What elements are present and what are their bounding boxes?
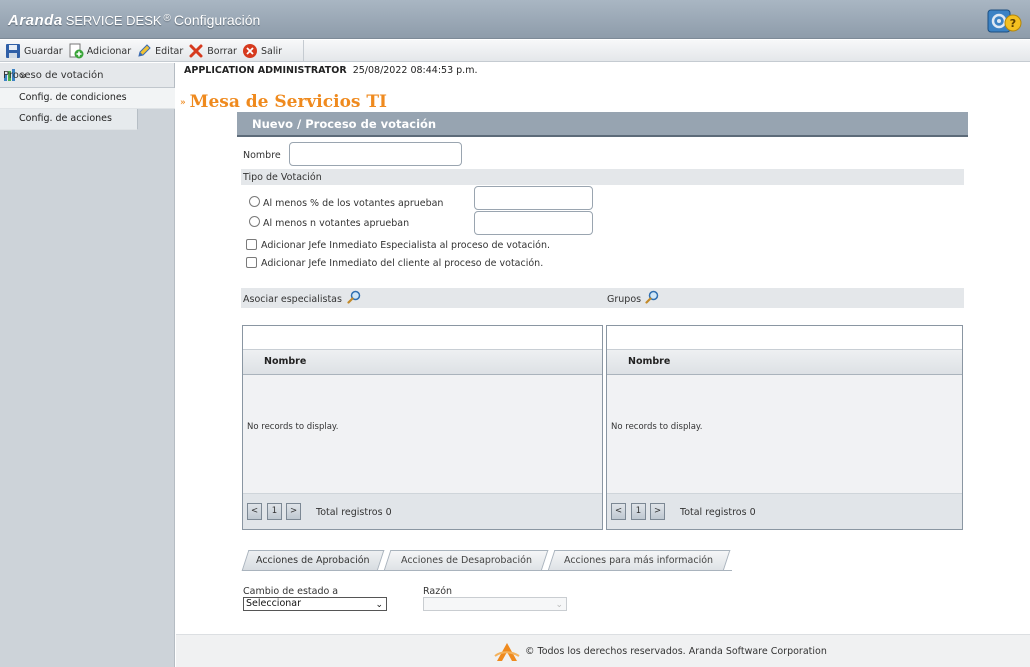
grid-pager: < 1 > Total registros 0 [243,493,602,529]
grid-body: No records to display. [243,375,602,493]
pager-prev-button[interactable]: < [611,503,626,520]
exit-label: Salir [260,45,283,57]
pager-page-button[interactable]: 1 [267,503,282,520]
add-icon [69,43,84,59]
sidebar-section-voting[interactable]: Proceso de votación » [0,63,174,88]
add-button[interactable]: Adicionar [68,43,131,59]
brand-name: Aranda [8,12,63,29]
pager-prev-button[interactable]: < [247,503,262,520]
state-change-value: Seleccionar [246,598,302,609]
state-change-select[interactable]: Seleccionar ⌄ [243,597,387,611]
edit-button[interactable]: Editar [136,43,183,59]
check-client-label: Adicionar Jefe Inmediato del cliente al … [261,258,544,269]
edit-pencil-icon [138,44,151,57]
sidebar: Proceso de votación » Config. de condici… [0,63,175,667]
footer-copyright: © Todos los derechos reservados. Aranda … [525,646,827,657]
save-icon [6,44,20,58]
groups-label: Grupos [607,294,642,305]
radio-percent[interactable] [249,196,260,207]
search-groups-icon[interactable] [645,290,659,304]
grid-top-bar [243,326,602,350]
name-label: Nombre [243,150,281,161]
tab-label: Acciones para más información [564,555,714,566]
session-info: APPLICATION ADMINISTRATOR 25/08/2022 08:… [184,65,477,76]
state-change-label: Cambio de estado a [243,586,339,597]
check-specialist-label: Adicionar Jefe Inmediato Especialista al… [261,240,551,251]
count-input[interactable] [474,211,593,235]
grid-body: No records to display. [607,375,962,493]
tab-approval-actions[interactable]: Acciones de Aprobación [241,550,385,571]
brand-section: Configuración [173,12,261,28]
grid-empty-message: No records to display. [611,422,703,432]
groups-grid: Nombre No records to display. < 1 > Tota… [606,325,963,530]
check-specialist-manager[interactable] [246,239,257,250]
delete-label: Borrar [207,45,237,57]
section-header: Nuevo / Proceso de votación [237,112,968,137]
check-client-manager[interactable] [246,257,257,268]
vote-type-band [241,169,964,185]
search-specialists-icon[interactable] [347,290,361,304]
grid-column-header-name[interactable]: Nombre [243,350,602,375]
toolbar: Guardar Adicionar Editar Borrar Salir [0,40,1030,62]
grid-total-records: Total registros 0 [316,507,392,518]
grid-top-bar [607,326,962,350]
action-tabs: Acciones de Aprobación Acciones de Desap… [241,550,732,571]
title-bar: Aranda SERVICE DESK ® Configuración ? [0,0,1030,39]
grid-column-header-name[interactable]: Nombre [607,350,962,375]
delete-button[interactable]: Borrar [188,43,237,59]
app-brand: Aranda SERVICE DESK ® Configuración [8,12,260,29]
reason-label: Razón [423,586,453,597]
session-datetime: 25/08/2022 08:44:53 p.m. [352,65,478,76]
edit-label: Editar [155,45,184,57]
sidebar-item-actions[interactable]: Config. de acciones [0,109,138,130]
save-button[interactable]: Guardar [5,43,63,59]
page-title-text: Mesa de Servicios TI [189,92,388,112]
reason-select[interactable]: ⌄ [423,597,567,611]
user-name: APPLICATION ADMINISTRATOR [184,65,347,76]
chevron-down-icon: ⌄ [555,600,563,610]
grid-empty-message: No records to display. [247,422,339,432]
page-title: » Mesa de Servicios TI [180,92,388,112]
exit-button[interactable]: Salir [242,43,282,59]
chevron-down-icon: ⌄ [375,600,383,610]
tab-disapproval-actions[interactable]: Acciones de Desaprobación [383,550,549,571]
brand-mark: ® [163,12,171,24]
radio-count-label: Al menos n votantes aprueban [263,218,410,229]
main-content: APPLICATION ADMINISTRATOR 25/08/2022 08:… [176,63,1030,667]
grid-total-records: Total registros 0 [680,507,756,518]
exit-icon [242,44,257,58]
pager-next-button[interactable]: > [650,503,665,520]
tab-label: Acciones de Aprobación [256,555,370,566]
footer: © Todos los derechos reservados. Aranda … [176,634,1030,667]
percent-input[interactable] [474,186,593,210]
tab-label: Acciones de Desaprobación [400,555,532,566]
radio-percent-label: Al menos % de los votantes aprueban [263,198,444,209]
aranda-logo-icon [494,643,520,661]
pager-page-button[interactable]: 1 [631,503,646,520]
brand-product: SERVICE DESK [65,13,162,28]
add-label: Adicionar [86,45,132,57]
sidebar-section-label: Proceso de votación [3,69,104,81]
svg-text:?: ? [1010,17,1016,30]
tab-more-info-actions[interactable]: Acciones para más información [547,550,731,571]
specialists-label: Asociar especialistas [243,294,342,305]
name-input[interactable] [289,142,462,166]
pager-next-button[interactable]: > [286,503,301,520]
specialists-grid: Nombre No records to display. < 1 > Tota… [242,325,603,530]
save-label: Guardar [24,45,63,57]
tab-underline [242,570,732,571]
help-settings-icon[interactable]: ? [984,4,1024,36]
radio-count[interactable] [249,216,260,227]
grid-pager: < 1 > Total registros 0 [607,493,962,529]
delete-x-icon [189,44,203,58]
sidebar-item-conditions[interactable]: Config. de condiciones [0,88,175,109]
vote-type-label: Tipo de Votación [243,172,322,183]
